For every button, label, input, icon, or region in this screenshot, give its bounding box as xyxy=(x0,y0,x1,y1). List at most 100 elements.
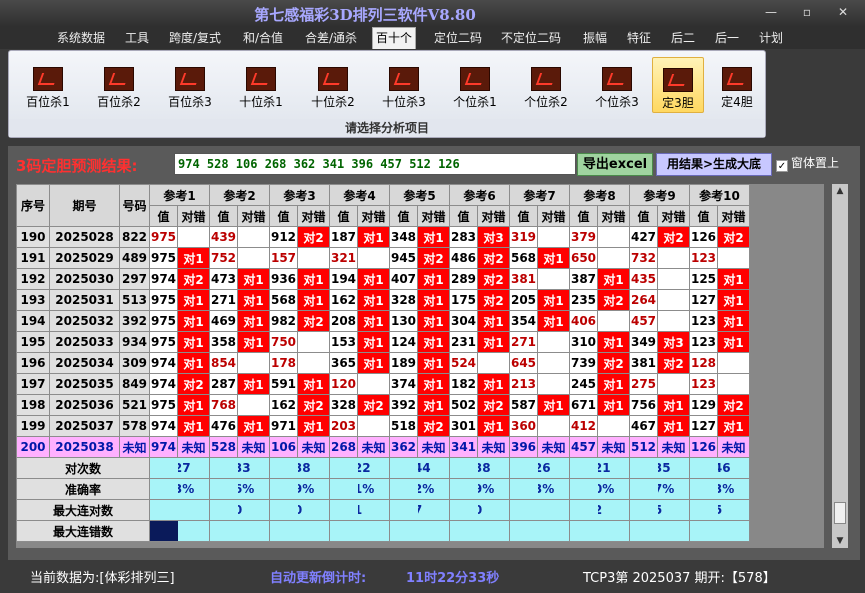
menu-item[interactable]: 工具 xyxy=(122,29,152,48)
scroll-up-icon[interactable]: ▲ xyxy=(832,184,848,198)
row-ref-value: 208 xyxy=(329,310,358,332)
ribbon-button[interactable]: 定3胆 xyxy=(652,57,704,113)
table-row[interactable]: 200 2025038 未知 974 未知 528 未知 106 未知 268 未知 362 未知 341… xyxy=(16,436,750,458)
row-ref-hit: 对1 xyxy=(417,373,450,395)
ribbon-button[interactable]: 个位杀2 xyxy=(515,57,577,113)
row-ref-value: 130 xyxy=(389,310,418,332)
stats-value: 138 xyxy=(297,457,330,479)
table-row[interactable]: 195 2025033 934 975 对1 358 对1 750 153 对1 124 对1 231 对… xyxy=(16,331,750,353)
row-ref-value: 153 xyxy=(329,331,358,353)
row-ref-value: 396 xyxy=(509,436,538,458)
row-ref-hit xyxy=(657,268,690,290)
vertical-scrollbar[interactable]: ▲ ▼ xyxy=(832,184,848,548)
ribbon-button[interactable]: 百位杀2 xyxy=(88,57,150,113)
stats-spacer xyxy=(569,520,598,542)
minimize-button[interactable]: — xyxy=(758,4,784,20)
row-ref-value: 275 xyxy=(629,373,658,395)
table-row[interactable]: 192 2025030 297 974 对2 473 对1 936 对1 194 对1 407 对1 28… xyxy=(16,268,750,290)
stats-spacer xyxy=(269,457,298,479)
stats-value: 63% xyxy=(177,478,210,500)
menu-item[interactable]: 和/合值 xyxy=(240,29,286,48)
menu-item[interactable]: 跨度/复式 xyxy=(166,29,224,48)
stats-value: 4 xyxy=(477,520,510,542)
row-ref-value: 974 xyxy=(149,415,178,437)
table-row[interactable]: 196 2025034 309 974 对1 854 178 365 对1 189 对1 524 645… xyxy=(16,352,750,374)
row-ref-value: 125 xyxy=(689,268,718,290)
chart-icon xyxy=(33,67,63,91)
row-ref-hit: 未知 xyxy=(717,436,750,458)
menu-item[interactable]: 百十个 xyxy=(372,27,417,49)
ribbon-button[interactable]: 百位杀3 xyxy=(159,57,221,113)
menu-item[interactable]: 后一 xyxy=(712,29,742,48)
checkbox-icon[interactable]: ✓ xyxy=(776,160,788,172)
row-ref-value: 231 xyxy=(449,331,478,353)
row-ref-value: 213 xyxy=(509,373,538,395)
row-ref-value: 283 xyxy=(449,226,478,248)
row-ref-value: 518 xyxy=(389,415,418,437)
stats-value: 69% xyxy=(477,478,510,500)
stats-row: 准确率 63% 66% 69% 61% 72% 69% 63% 60% 67% 73% xyxy=(16,478,750,500)
table-row[interactable]: 199 2025037 578 974 对1 476 对1 971 对1 203 518 对2 301 对… xyxy=(16,415,750,437)
table-row[interactable]: 194 2025032 392 975 对1 469 对1 982 对2 208 对1 130 对1 30… xyxy=(16,310,750,332)
stats-value: 138 xyxy=(477,457,510,479)
result-field[interactable]: 974 528 106 268 362 341 396 457 512 126 xyxy=(174,153,576,175)
scroll-down-icon[interactable]: ▼ xyxy=(832,534,848,548)
selected-cell[interactable] xyxy=(149,520,178,542)
row-seq: 194 xyxy=(16,310,50,332)
row-ref-value: 123 xyxy=(689,331,718,353)
ribbon-button[interactable]: 个位杀3 xyxy=(586,57,648,113)
stats-value: 4 xyxy=(717,520,750,542)
menu-item[interactable]: 系统数据 xyxy=(54,29,108,48)
menu-item[interactable]: 不定位二码 xyxy=(498,29,564,48)
row-ref-hit: 对2 xyxy=(657,226,690,248)
row-period: 2025033 xyxy=(49,331,120,353)
table-row[interactable]: 190 2025028 822 975 439 912 对2 187 对1 348 对1 283 对3 3… xyxy=(16,226,750,248)
topmost-toggle[interactable]: ✓ 窗体置上 xyxy=(776,154,839,172)
row-ref-hit: 对1 xyxy=(237,268,270,290)
row-ref-value: 974 xyxy=(149,352,178,374)
row-ref-hit: 对1 xyxy=(297,415,330,437)
export-excel-button[interactable]: 导出excel xyxy=(577,153,653,176)
maximize-button[interactable]: ▫ xyxy=(794,4,820,20)
ribbon-button[interactable]: 定4胆 xyxy=(711,57,763,113)
close-button[interactable]: ✕ xyxy=(830,4,856,20)
table-row[interactable]: 198 2025036 521 975 对1 768 162 对2 328 对2 392 对1 502 对… xyxy=(16,394,750,416)
row-ref-hit xyxy=(357,373,390,395)
row-ref-hit: 对1 xyxy=(717,268,750,290)
ribbon-button[interactable]: 十位杀3 xyxy=(373,57,435,113)
row-code: 822 xyxy=(119,226,150,248)
ribbon-button[interactable]: 十位杀1 xyxy=(230,57,292,113)
table-row[interactable]: 193 2025031 513 975 对1 271 对1 568 对1 162 对1 328 对1 17… xyxy=(16,289,750,311)
row-ref-hit: 对2 xyxy=(297,226,330,248)
menu-item[interactable]: 计划 xyxy=(756,29,786,48)
row-ref-hit: 对1 xyxy=(177,289,210,311)
menu-item[interactable]: 特征 xyxy=(624,29,654,48)
row-ref-hit: 对1 xyxy=(537,394,570,416)
row-seq: 190 xyxy=(16,226,50,248)
stats-value: 126 xyxy=(537,457,570,479)
menu-item[interactable]: 振幅 xyxy=(580,29,610,48)
stats-spacer xyxy=(629,520,658,542)
scroll-thumb[interactable] xyxy=(834,502,846,524)
menu-item[interactable]: 合差/通杀 xyxy=(302,29,360,48)
ribbon-button-label: 定4胆 xyxy=(721,95,753,109)
ribbon-button[interactable]: 十位杀2 xyxy=(302,57,364,113)
row-seq: 196 xyxy=(16,352,50,374)
header-ref: 参考2 xyxy=(209,184,270,206)
row-seq: 195 xyxy=(16,331,50,353)
menu-item[interactable]: 后二 xyxy=(668,29,698,48)
generate-base-button[interactable]: 用结果>生成大底 xyxy=(656,153,772,176)
stats-spacer xyxy=(329,499,358,521)
table-row[interactable]: 191 2025029 489 975 对1 752 157 321 945 对2 486 对2 568… xyxy=(16,247,750,269)
menu-item[interactable]: 定位二码 xyxy=(431,29,485,48)
stats-spacer xyxy=(689,499,718,521)
row-ref-value: 381 xyxy=(509,268,538,290)
stats-value: 127 xyxy=(177,457,210,479)
row-ref-value: 126 xyxy=(689,226,718,248)
ribbon-button[interactable]: 个位杀1 xyxy=(444,57,506,113)
table-row[interactable]: 197 2025035 849 974 对2 287 对1 591 对1 120 374 对1 182 对… xyxy=(16,373,750,395)
row-code: 未知 xyxy=(119,436,150,458)
ribbon-button[interactable]: 百位杀1 xyxy=(17,57,79,113)
row-ref-value: 287 xyxy=(209,373,238,395)
row-ref-hit xyxy=(717,373,750,395)
